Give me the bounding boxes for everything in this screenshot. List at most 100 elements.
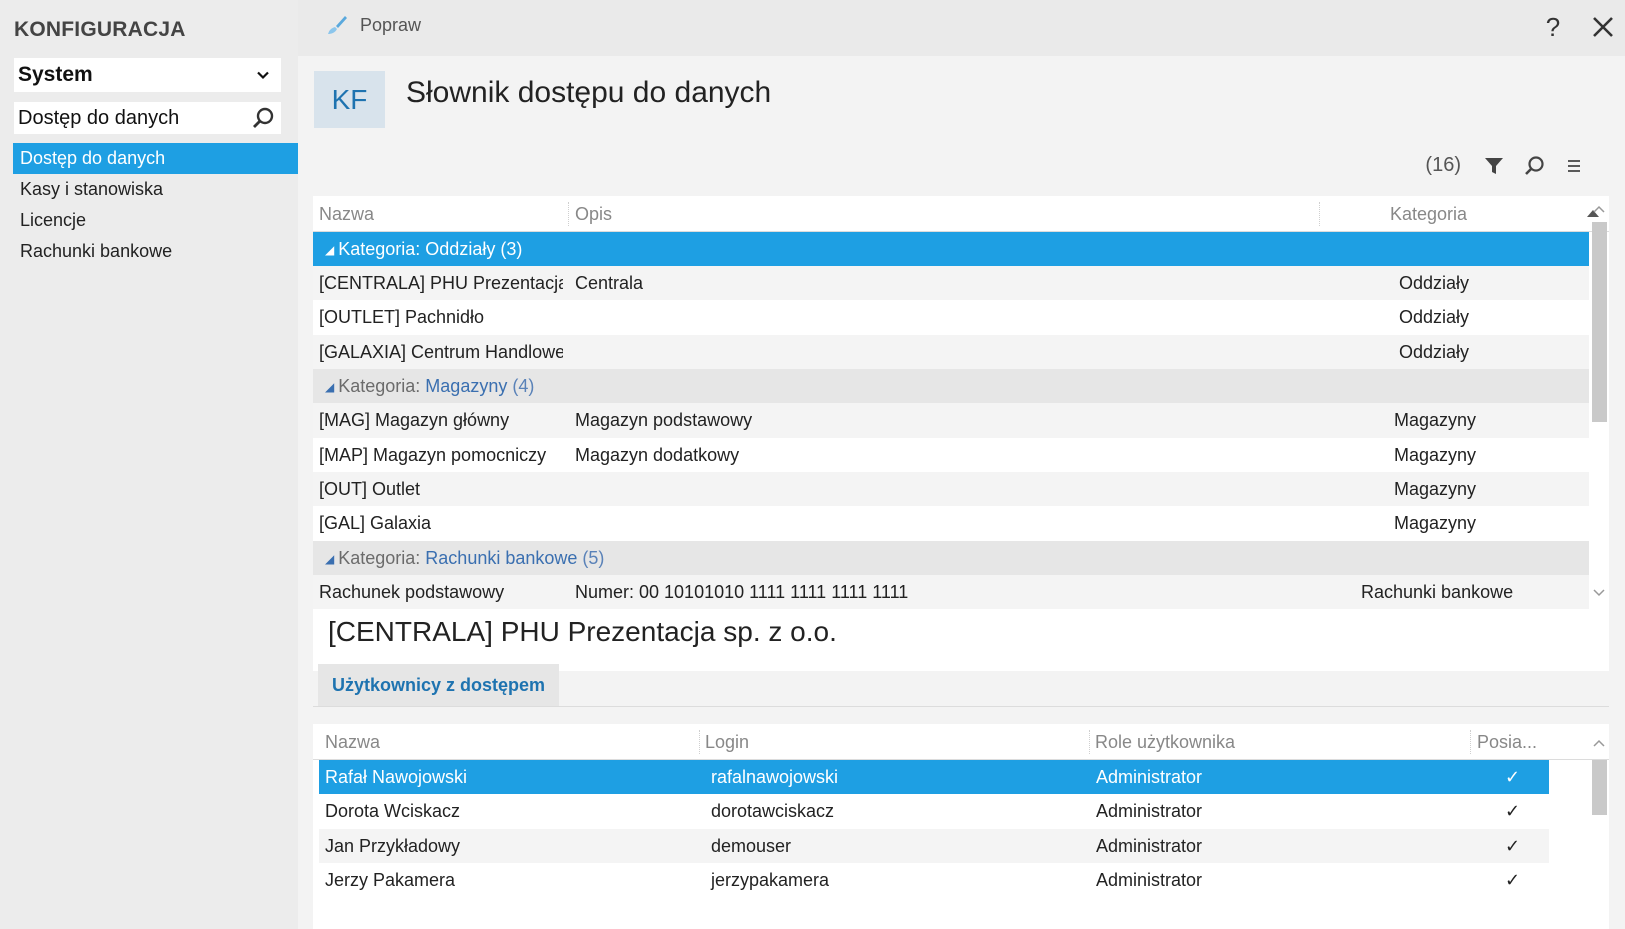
scrollbar-thumb[interactable] — [1592, 222, 1607, 422]
users-grid-body: Rafał Nawojowski rafalnawojowski Adminis… — [313, 760, 1549, 898]
table-row[interactable]: [GALAXIA] Centrum Handlowe Oddziały — [313, 334, 1589, 370]
group-label: Rachunki bankowe — [425, 547, 578, 568]
cell-name: [CENTRALA] PHU Prezentacja... — [319, 273, 563, 293]
table-row[interactable]: [MAP] Magazyn pomocniczy Magazyn dodatko… — [313, 438, 1589, 472]
grid-header: Nazwa Opis Kategoria — [313, 196, 1609, 232]
grid-toolbar: (16) — [1425, 154, 1585, 177]
access-checkmark[interactable]: ✓ — [1499, 794, 1539, 828]
cell-desc: Numer: 00 10101010 1111 1111 1111 1111 — [575, 581, 909, 602]
users-grid-header: Nazwa Login Role użytkownika Posia... — [313, 724, 1609, 760]
table-row[interactable]: [CENTRALA] PHU Prezentacja... Centrala O… — [313, 266, 1589, 301]
group-prefix: Kategoria: — [338, 239, 426, 259]
access-checkmark[interactable]: ✓ — [1499, 863, 1539, 897]
column-separator — [1319, 202, 1320, 226]
column-header-login[interactable]: Login — [699, 724, 1089, 760]
group-count: (5) — [582, 547, 605, 568]
collapse-triangle-icon[interactable]: ◢ — [325, 370, 334, 404]
table-row[interactable]: Rachunek podstawowy Numer: 00 10101010 1… — [313, 574, 1589, 610]
table-row[interactable]: [OUTLET] Pachnidło Oddziały — [313, 300, 1589, 334]
column-header-desc[interactable]: Opis — [569, 196, 1319, 232]
module-select-value: System — [18, 63, 93, 86]
cell-name: Rachunek podstawowy — [319, 581, 505, 602]
group-count: (4) — [512, 376, 535, 397]
column-header-roles[interactable]: Role użytkownika — [1089, 724, 1469, 760]
cell-role: Administrator — [1096, 835, 1203, 856]
scrollbar-thumb[interactable] — [1592, 760, 1607, 815]
tab-divider — [313, 706, 1609, 707]
group-row-rachunki[interactable]: ◢ Kategoria: Rachunki bankowe (5) — [313, 540, 1589, 576]
users-grid-scrollbar[interactable] — [1589, 724, 1609, 929]
group-label: Magazyny — [425, 376, 508, 397]
cell-name: Dorota Wciskacz — [325, 801, 461, 822]
group-count: (3) — [500, 239, 523, 259]
sidebar-item-rachunki[interactable]: Rachunki bankowe — [13, 236, 298, 267]
table-row[interactable]: Dorota Wciskacz dorotawciskacz Administr… — [319, 794, 1549, 828]
cell-desc: Magazyn podstawowy — [575, 410, 753, 431]
table-row-selected[interactable]: Rafał Nawojowski rafalnawojowski Adminis… — [319, 760, 1549, 795]
cell-category: Oddziały — [1399, 273, 1470, 293]
scroll-up-icon[interactable] — [1593, 204, 1605, 216]
table-row[interactable]: [MAG] Magazyn główny Magazyn podstawowy … — [313, 403, 1589, 438]
search-icon[interactable] — [251, 106, 275, 130]
collapse-triangle-icon[interactable]: ◢ — [325, 542, 334, 576]
tab-users-with-access[interactable]: Użytkownicy z dostępem — [318, 664, 560, 706]
topbar: Popraw ? — [298, 0, 1625, 56]
search-icon[interactable] — [1523, 155, 1545, 177]
access-grid: Nazwa Opis Kategoria ◢ Kategoria: Oddział… — [313, 196, 1609, 671]
group-label: Oddziały — [425, 239, 496, 259]
column-header-access[interactable]: Posia... — [1471, 724, 1551, 760]
cell-category: Magazyny — [1394, 478, 1477, 499]
group-prefix: Kategoria: — [338, 547, 426, 568]
column-header-name[interactable]: Nazwa — [313, 196, 569, 232]
cell-category: Magazyny — [1394, 444, 1477, 465]
detail-title: [CENTRALA] PHU Prezentacja sp. z o.o. — [328, 616, 837, 647]
group-row-magazyny[interactable]: ◢ Kategoria: Magazyny (4) — [313, 369, 1589, 404]
access-checkmark[interactable]: ✓ — [1499, 760, 1539, 794]
cell-name: Jan Przykładowy — [325, 835, 461, 856]
filter-icon[interactable] — [1483, 155, 1505, 177]
cell-login: jerzypakamera — [711, 870, 830, 891]
group-row-oddzialy[interactable]: ◢ Kategoria: Oddziały (3) — [313, 232, 1589, 266]
cell-name: [OUT] Outlet — [319, 478, 421, 499]
search-box — [14, 102, 281, 134]
module-select[interactable]: System — [14, 58, 281, 92]
close-button[interactable] — [1588, 12, 1618, 42]
sidebar: KONFIGURACJA System Dostęp do danych Kas… — [0, 0, 298, 929]
cell-name: [OUTLET] Pachnidło — [319, 307, 485, 328]
help-button[interactable]: ? — [1538, 12, 1568, 43]
column-header-category[interactable]: Kategoria — [1384, 196, 1534, 232]
edit-button[interactable]: Popraw — [326, 14, 421, 36]
table-row[interactable]: [GAL] Galaxia Magazyny — [313, 506, 1589, 540]
sidebar-item-licencje[interactable]: Licencje — [13, 205, 298, 236]
sidebar-item-dostep[interactable]: Dostęp do danych — [13, 143, 298, 174]
column-header-name[interactable]: Nazwa — [319, 724, 699, 760]
cell-category: Rachunki bankowe — [1361, 581, 1514, 602]
table-row[interactable]: Jan Przykładowy demouser Administrator ✓ — [319, 828, 1549, 864]
sidebar-nav: Dostęp do danych Kasy i stanowiska Licen… — [13, 143, 298, 267]
cell-desc: Centrala — [575, 273, 644, 293]
menu-icon[interactable] — [1563, 155, 1585, 177]
cell-category: Oddziały — [1399, 307, 1470, 328]
module-badge: KF — [314, 71, 385, 128]
main-area: Popraw ? KF Słownik dostępu do danych (1… — [298, 0, 1625, 929]
cell-name: Jerzy Pakamera — [325, 870, 456, 891]
cell-login: demouser — [711, 835, 792, 856]
scroll-up-icon[interactable] — [1593, 738, 1605, 750]
grid-scrollbar[interactable] — [1589, 196, 1609, 671]
cell-desc: Magazyn dodatkowy — [575, 444, 740, 465]
cell-category: Oddziały — [1399, 341, 1470, 362]
sidebar-item-kasy[interactable]: Kasy i stanowiska — [13, 174, 298, 205]
collapse-triangle-icon[interactable]: ◢ — [325, 233, 334, 267]
grid-body: ◢ Kategoria: Oddziały (3) [CENTRALA] PHU … — [313, 232, 1589, 610]
cell-name: [GAL] Galaxia — [319, 513, 432, 534]
page-title: Słownik dostępu do danych — [406, 76, 772, 109]
table-row[interactable]: Jerzy Pakamera jerzypakamera Administrat… — [319, 863, 1549, 897]
search-input[interactable] — [18, 106, 238, 130]
close-icon — [1593, 17, 1613, 37]
group-prefix: Kategoria: — [338, 376, 426, 397]
brush-icon — [328, 16, 347, 34]
scroll-down-icon[interactable] — [1593, 586, 1605, 598]
access-checkmark[interactable]: ✓ — [1499, 829, 1539, 863]
table-row[interactable]: [OUT] Outlet Magazyny — [313, 471, 1589, 507]
cell-name: [GALAXIA] Centrum Handlowe — [319, 341, 563, 362]
